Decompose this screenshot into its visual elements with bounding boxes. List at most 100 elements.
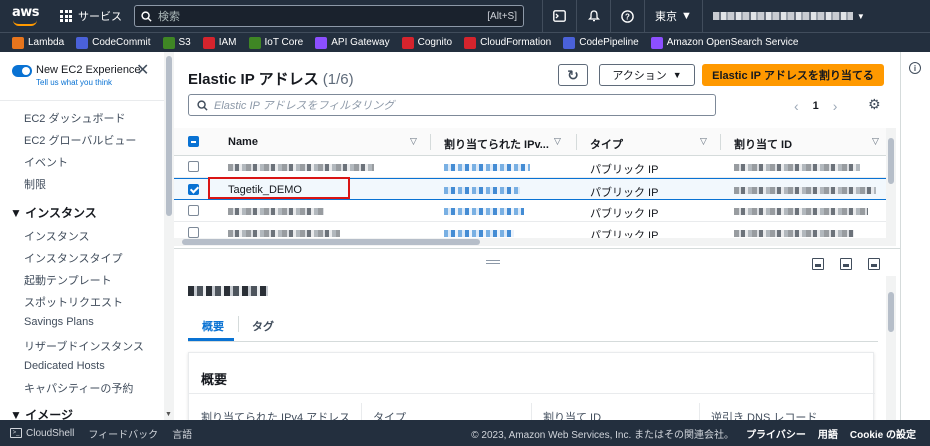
search-icon — [197, 99, 208, 111]
row-checkbox[interactable] — [188, 205, 199, 216]
column-header-ip[interactable]: 割り当てられた IPv... — [444, 136, 549, 152]
favorite-s3[interactable]: S3 — [162, 36, 191, 49]
filter-input[interactable]: Elastic IP アドレスをフィルタリング — [188, 94, 716, 116]
favorite-api-gateway[interactable]: API Gateway — [315, 36, 390, 49]
gear-icon[interactable]: ⚙ — [868, 96, 881, 113]
page-number[interactable]: 1 — [813, 100, 819, 112]
favorite-cognito[interactable]: Cognito — [401, 36, 452, 49]
sidebar-item-7[interactable]: 起動テンプレート — [24, 272, 112, 288]
feedback-link[interactable]: Tell us what you think — [36, 78, 112, 87]
favorite-codepipeline[interactable]: CodePipeline — [563, 36, 639, 49]
favorite-lambda[interactable]: Lambda — [12, 36, 64, 49]
column-header-type[interactable]: タイプ — [590, 136, 623, 152]
view-side-icon[interactable] — [840, 258, 852, 270]
info-icon[interactable]: i — [909, 62, 921, 74]
new-experience-toggle[interactable] — [12, 65, 32, 77]
redacted-allocation-id — [734, 208, 868, 215]
sidebar-item-11[interactable]: Dedicated Hosts — [24, 360, 105, 372]
cloudshell-footer-button[interactable]: >_ CloudShell — [10, 428, 74, 439]
global-search-input[interactable]: 検索 [Alt+S] — [134, 5, 524, 27]
cloudshell-nav-button[interactable] — [542, 0, 576, 32]
favorite-amazon-opensearch-service[interactable]: Amazon OpenSearch Service — [650, 36, 798, 49]
detail-vertical-scrollbar[interactable] — [886, 276, 896, 420]
tab-separator — [238, 316, 239, 332]
refresh-button[interactable]: ↻ — [558, 64, 588, 86]
select-all-checkbox[interactable] — [188, 136, 199, 147]
tab-tags[interactable]: タグ — [252, 318, 274, 334]
favorite-iam[interactable]: IAM — [202, 36, 237, 49]
redacted-ip-link[interactable] — [444, 187, 520, 194]
sort-icon[interactable]: ▽ — [700, 136, 707, 147]
column-header-allocation-id[interactable]: 割り当て ID — [734, 136, 792, 152]
prev-page-icon[interactable]: ‹ — [794, 98, 799, 114]
active-tab-indicator — [188, 338, 234, 341]
sidebar-item-3[interactable]: 制限 — [24, 176, 46, 192]
sort-icon[interactable]: ▽ — [872, 136, 879, 147]
allocate-eip-button[interactable]: Elastic IP アドレスを割り当てる — [702, 64, 884, 86]
codecommit-icon — [76, 36, 89, 49]
pagination: ‹ 1 › — [794, 98, 837, 114]
column-separator — [531, 403, 532, 421]
notifications-button[interactable] — [576, 0, 610, 32]
sidebar-item-10[interactable]: リザーブドインスタンス — [24, 338, 144, 354]
new-experience-title: New EC2 Experience — [36, 64, 141, 76]
table-row[interactable]: パブリック IP — [174, 200, 890, 222]
sidebar-item-1[interactable]: EC2 グローバルビュー — [24, 132, 136, 148]
top-navigation: aws サービス 検索 [Alt+S] ? 東京 ▼ ▼ — [0, 0, 930, 32]
sidebar-item-9[interactable]: Savings Plans — [24, 316, 94, 328]
sort-icon[interactable]: ▽ — [554, 136, 561, 147]
region-selector[interactable]: 東京 ▼ — [644, 0, 702, 32]
column-separator — [430, 134, 431, 150]
sidebar-item-0[interactable]: EC2 ダッシュボード — [24, 110, 125, 126]
table-header: Name ▽ 割り当てられた IPv... ▽ タイプ ▽ 割り当て ID ▽ — [174, 128, 890, 156]
feedback-button[interactable]: フィードバック — [88, 426, 158, 441]
services-menu-button[interactable]: サービス — [60, 8, 122, 24]
sidebar-item-8[interactable]: スポットリクエスト — [24, 294, 123, 310]
redacted-ip-link[interactable] — [444, 208, 524, 215]
redacted-ip-link[interactable] — [444, 164, 530, 171]
favorite-codecommit[interactable]: CodeCommit — [76, 36, 151, 49]
sidebar-section-4[interactable]: ▼ インスタンス — [10, 204, 97, 221]
refresh-icon: ↻ — [567, 66, 579, 83]
table-horizontal-scrollbar[interactable] — [174, 238, 890, 246]
search-shortcut: [Alt+S] — [487, 10, 517, 22]
view-bottom-icon[interactable] — [812, 258, 824, 270]
terms-link[interactable]: 用語 — [818, 426, 838, 441]
sidebar-item-2[interactable]: イベント — [24, 154, 68, 170]
drag-handle-icon[interactable] — [486, 260, 500, 264]
account-menu[interactable]: ▼ — [701, 0, 875, 32]
privacy-link[interactable]: プライバシー — [746, 426, 806, 441]
sidebar-scrollbar[interactable]: ▼ — [164, 52, 174, 420]
cognito-icon — [401, 36, 414, 49]
language-button[interactable]: 言語 — [172, 426, 192, 441]
view-full-icon[interactable] — [868, 258, 880, 270]
split-divider — [174, 248, 900, 249]
tab-summary[interactable]: 概要 — [202, 318, 224, 334]
footer: >_ CloudShell フィードバック 言語 © 2023, Amazon … — [0, 420, 930, 446]
scroll-down-icon[interactable]: ▼ — [165, 411, 172, 418]
sidebar-item-6[interactable]: インスタンスタイプ — [24, 250, 123, 266]
row-type: パブリック IP — [590, 208, 659, 220]
column-header-name[interactable]: Name — [228, 136, 258, 148]
table-row[interactable]: パブリック IP — [174, 156, 890, 178]
row-checkbox[interactable] — [188, 227, 199, 238]
favorite-cloudformation[interactable]: CloudFormation — [464, 36, 551, 49]
sort-icon[interactable]: ▽ — [410, 136, 417, 147]
table-vertical-scrollbar[interactable] — [886, 128, 896, 246]
row-checkbox[interactable] — [188, 184, 199, 195]
close-icon[interactable]: ✕ — [136, 63, 149, 79]
sidebar-item-12[interactable]: キャパシティーの予約 — [24, 380, 133, 396]
cookie-settings-link[interactable]: Cookie の設定 — [850, 426, 916, 441]
row-checkbox[interactable] — [188, 161, 199, 172]
tools-rail: i — [900, 52, 930, 420]
help-button[interactable]: ? — [610, 0, 644, 32]
actions-dropdown[interactable]: アクション ▼ — [599, 64, 695, 86]
grid-icon — [60, 10, 72, 22]
sidebar-item-5[interactable]: インスタンス — [24, 228, 90, 244]
codepipeline-icon — [563, 36, 576, 49]
favorite-iot-core[interactable]: IoT Core — [248, 36, 303, 49]
next-page-icon[interactable]: › — [833, 98, 838, 114]
redacted-ip-link[interactable] — [444, 230, 514, 237]
aws-logo[interactable]: aws — [8, 0, 50, 32]
terminal-icon: >_ — [10, 428, 22, 438]
